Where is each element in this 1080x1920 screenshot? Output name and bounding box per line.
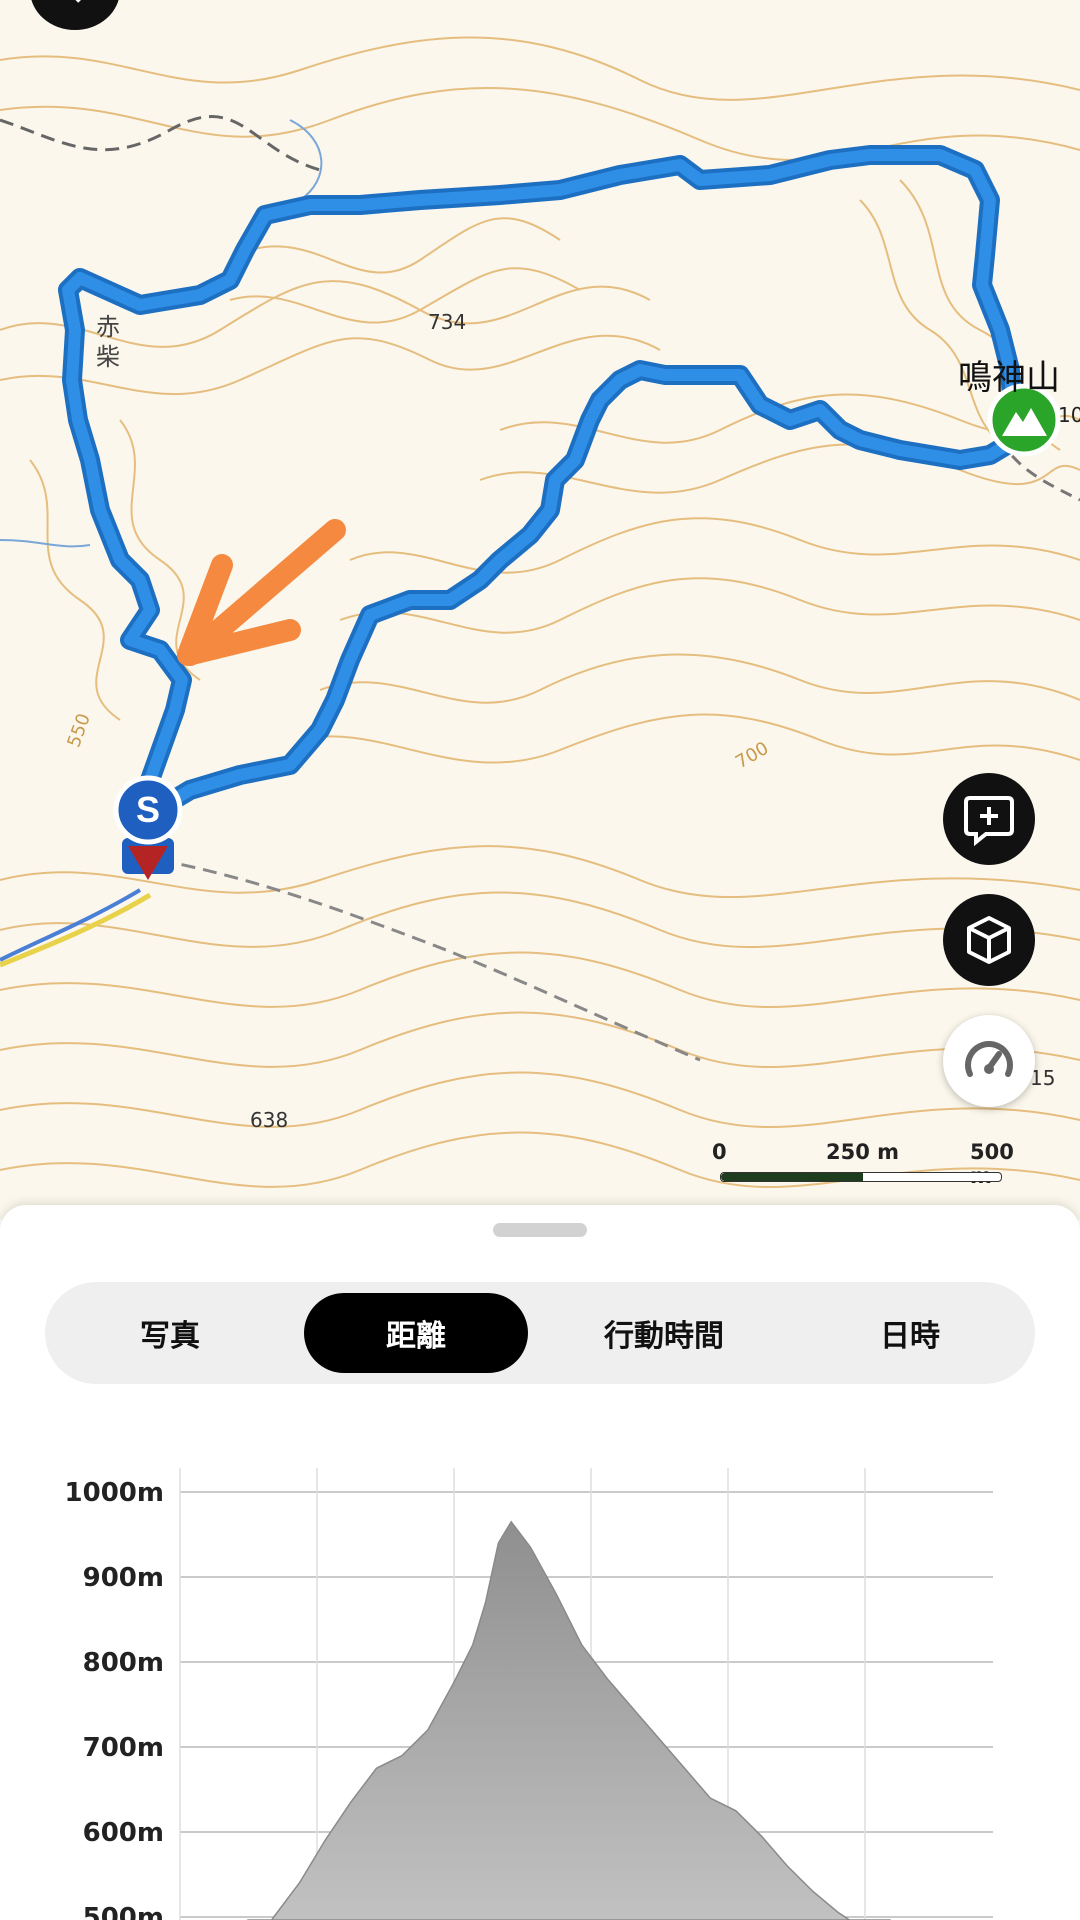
contour-lines bbox=[0, 36, 1080, 1188]
spot-height-734: 734 bbox=[428, 310, 467, 334]
speed-button[interactable] bbox=[943, 1015, 1035, 1107]
scale-label-250: 250 m bbox=[826, 1140, 900, 1164]
add-comment-icon bbox=[964, 796, 1014, 846]
annotation-arrow bbox=[177, 519, 346, 666]
elevation-area bbox=[247, 1520, 891, 1920]
start-marker[interactable]: S bbox=[113, 775, 183, 880]
scale-bar-fill bbox=[721, 1173, 863, 1181]
y-tick-label: 900m bbox=[83, 1563, 164, 1593]
y-tick-label: 800m bbox=[83, 1648, 164, 1678]
3d-view-button[interactable] bbox=[943, 894, 1035, 986]
map-canvas[interactable]: S bbox=[0, 0, 1080, 1220]
map-scale-bar: 0 250 m 500 m bbox=[712, 1140, 1014, 1188]
3d-cube-icon bbox=[967, 916, 1011, 964]
tab-photos[interactable]: 写真 bbox=[58, 1293, 282, 1373]
y-tick-label: 500m bbox=[83, 1903, 164, 1920]
trails bbox=[0, 115, 1080, 1062]
peak-name-label: 鳴神山 bbox=[958, 358, 1060, 398]
spot-height-638: 638 bbox=[250, 1108, 289, 1132]
hiking-route[interactable] bbox=[58, 145, 1025, 840]
topographic-map[interactable]: S 赤 柴 鳴神山 10 734 638 15 550 700 0 250 m … bbox=[0, 0, 1080, 1220]
y-tick-label: 600m bbox=[83, 1818, 164, 1848]
peak-elevation-label: 10 bbox=[1058, 403, 1080, 427]
y-tick-label: 700m bbox=[83, 1733, 164, 1763]
place-label-akashiba: 赤 柴 bbox=[96, 313, 120, 371]
y-axis-ticks: 1000m 900m 800m 700m 600m 500m bbox=[65, 1478, 164, 1920]
tab-datetime[interactable]: 日時 bbox=[798, 1293, 1022, 1373]
add-comment-button[interactable] bbox=[943, 773, 1035, 865]
sheet-drag-handle[interactable] bbox=[493, 1223, 587, 1237]
start-marker-label: S bbox=[136, 789, 160, 830]
tab-activity-time[interactable]: 行動時間 bbox=[552, 1293, 776, 1373]
back-icon bbox=[75, 0, 81, 3]
scale-label-0: 0 bbox=[712, 1140, 727, 1164]
tab-distance[interactable]: 距離 bbox=[304, 1293, 528, 1373]
elevation-chart[interactable]: 1000m 900m 800m 700m 600m 500m bbox=[0, 1440, 1080, 1920]
y-tick-label: 1000m bbox=[65, 1478, 164, 1508]
elevation-profile-area bbox=[247, 1520, 891, 1920]
speedometer-icon bbox=[965, 1041, 1013, 1077]
segmented-control: 写真 距離 行動時間 日時 bbox=[45, 1282, 1035, 1384]
